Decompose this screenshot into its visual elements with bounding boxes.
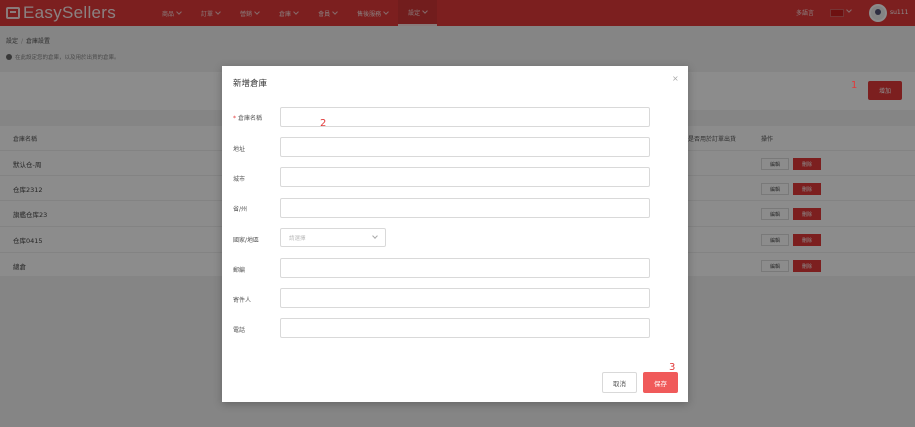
cancel-button[interactable]: 取消 [602,372,637,393]
annotation-mark-2: 2 [320,118,327,129]
dialog-title: 新增倉庫 [233,79,268,89]
phone-input[interactable] [280,318,650,338]
city-label: 城市 [233,176,246,183]
city-input[interactable] [280,167,650,187]
phone-label: 電話 [233,327,246,334]
warehouse-name-label: * 倉庫名稱 [233,113,262,122]
add-warehouse-dialog: 新增倉庫 × * 倉庫名稱 2 地址 城市 省/州 國家/地區 請選擇 郵編 寄件… [222,66,688,402]
zip-label: 郵編 [233,267,246,274]
chevron-down-icon [372,233,378,239]
country-placeholder: 請選擇 [289,236,306,242]
address-label: 地址 [233,146,246,153]
country-select[interactable]: 請選擇 [280,228,386,247]
country-label: 國家/地區 [233,237,260,244]
address-input[interactable] [280,137,650,157]
contact-label: 寄件人 [233,297,252,304]
close-icon[interactable]: × [672,74,679,83]
save-button[interactable]: 保存 [643,372,678,393]
state-input[interactable] [280,198,650,218]
required-asterisk: * [233,115,236,122]
warehouse-name-label-text: 倉庫名稱 [238,115,263,122]
state-label: 省/州 [233,206,248,213]
zip-input[interactable] [280,258,650,278]
annotation-mark-1: 1 [851,80,858,91]
contact-input[interactable] [280,288,650,308]
warehouse-name-input[interactable] [280,107,650,127]
